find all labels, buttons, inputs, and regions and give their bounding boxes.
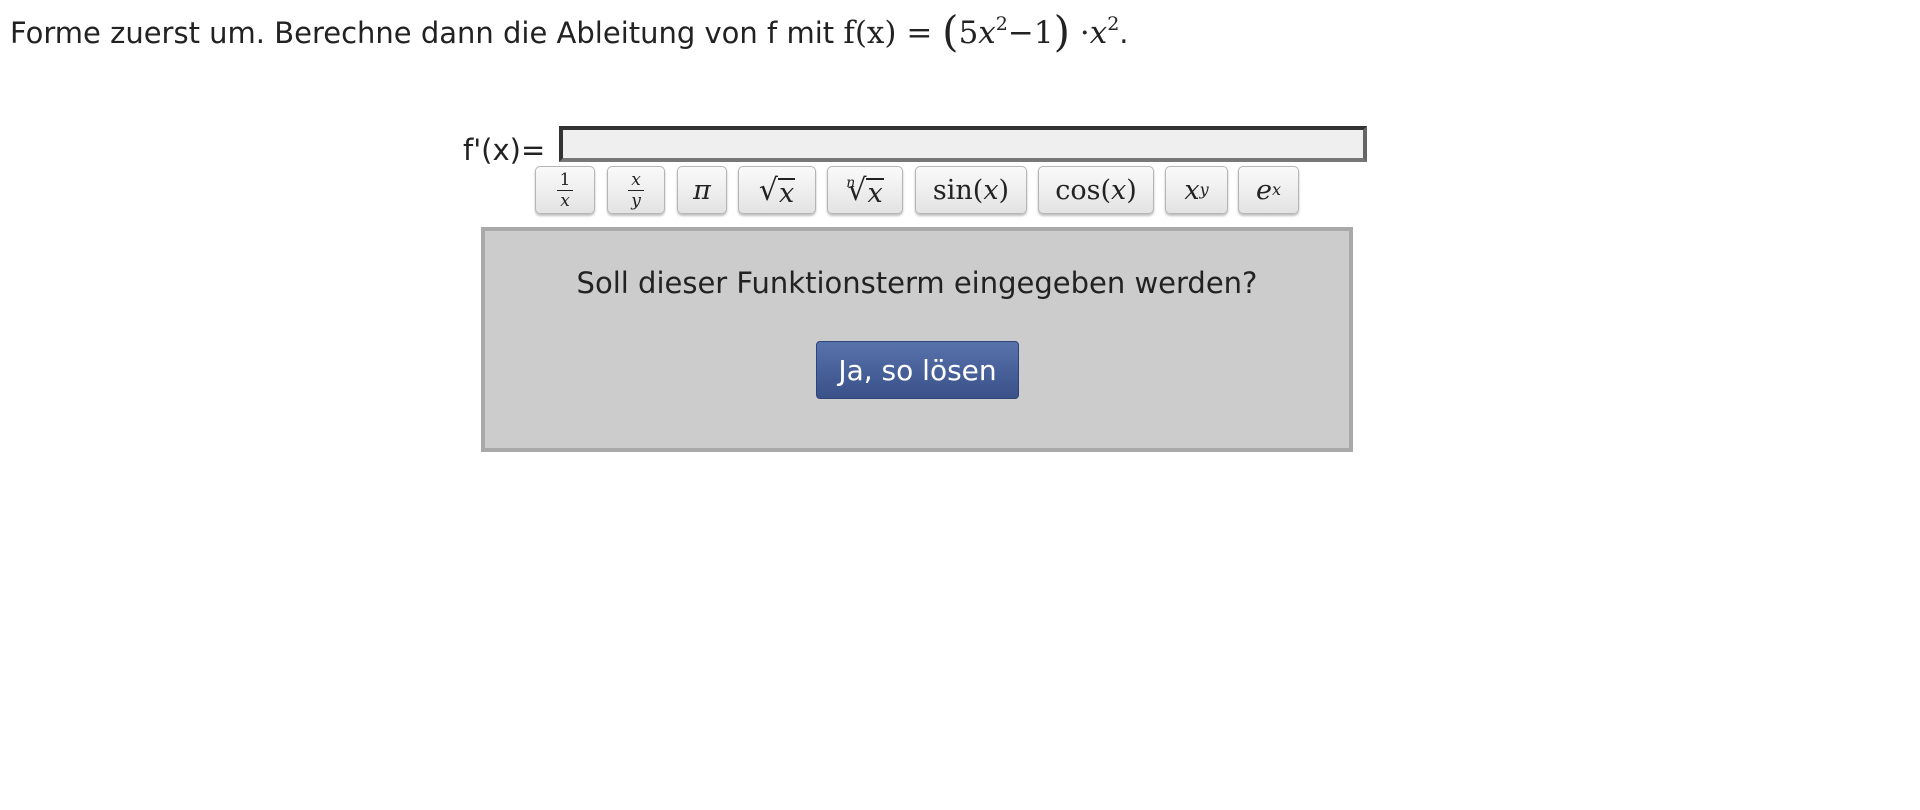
- cos-function: cos(: [1055, 174, 1111, 206]
- task-text: Forme zuerst um. Berechne dann die Ablei…: [10, 16, 844, 50]
- fraction-numerator: x: [631, 169, 641, 190]
- exp-button[interactable]: ex: [1238, 166, 1299, 214]
- task-formula: f(x) = (5x2−1) ·x2: [843, 8, 1120, 56]
- formula-variable-2: x: [1089, 15, 1108, 51]
- confirm-panel: Soll dieser Funktionsterm eingegeben wer…: [481, 227, 1353, 452]
- cos-close: ): [1126, 174, 1137, 206]
- reciprocal-button[interactable]: 1 x: [535, 166, 595, 214]
- sin-argument: x: [983, 174, 999, 206]
- task-period: .: [1119, 16, 1129, 50]
- nth-root-icon: √: [847, 172, 867, 208]
- cos-button[interactable]: cos(x): [1038, 166, 1154, 214]
- nth-root-symbol: n √ x: [846, 172, 884, 209]
- sqrt-icon: √: [758, 172, 778, 208]
- sin-close: ): [998, 174, 1010, 206]
- nth-root-button[interactable]: n √ x: [827, 166, 903, 214]
- cos-argument: x: [1111, 174, 1127, 206]
- sin-button[interactable]: sin(x): [915, 166, 1027, 214]
- formula-exponent-2: 2: [1107, 13, 1120, 35]
- confirm-question: Soll dieser Funktionsterm eingegeben wer…: [576, 266, 1258, 300]
- sin-function: sin(: [932, 174, 984, 206]
- formula-coefficient: 5: [958, 15, 979, 51]
- answer-label: f'(x)=: [463, 133, 546, 167]
- formula-dot: ·: [1069, 15, 1090, 51]
- page: Forme zuerst um. Berechne dann die Ablei…: [0, 0, 1920, 810]
- reciprocal-numerator: 1: [559, 169, 571, 190]
- pi-button[interactable]: π: [677, 166, 727, 214]
- answer-input[interactable]: [559, 126, 1367, 162]
- exp-base: e: [1255, 174, 1272, 206]
- task-instruction: Forme zuerst um. Berechne dann die Ablei…: [10, 8, 1129, 57]
- sqrt-button[interactable]: √ x: [738, 166, 816, 214]
- fraction-button[interactable]: x y: [607, 166, 665, 214]
- nth-root-radicand: x: [866, 177, 884, 209]
- formula-minus: −: [1007, 15, 1034, 51]
- power-base: x: [1184, 174, 1200, 206]
- formula-open-paren: (: [942, 7, 959, 56]
- sqrt-radicand: x: [777, 177, 796, 209]
- formula-close-paren: ): [1053, 7, 1070, 56]
- formula-constant: 1: [1033, 15, 1054, 51]
- sqrt-symbol: √ x: [758, 172, 796, 209]
- formula-lhs: f(x) =: [843, 15, 943, 51]
- formula-variable: x: [978, 15, 996, 51]
- reciprocal-denominator: x: [560, 190, 570, 211]
- pi-symbol: π: [693, 174, 711, 206]
- formula-exponent: 2: [995, 13, 1008, 35]
- reciprocal-symbol: 1 x: [557, 171, 573, 210]
- power-button[interactable]: xy: [1165, 166, 1228, 214]
- fraction-symbol: x y: [628, 171, 644, 210]
- fraction-denominator: y: [631, 190, 641, 211]
- confirm-solve-button[interactable]: Ja, so lösen: [816, 341, 1019, 399]
